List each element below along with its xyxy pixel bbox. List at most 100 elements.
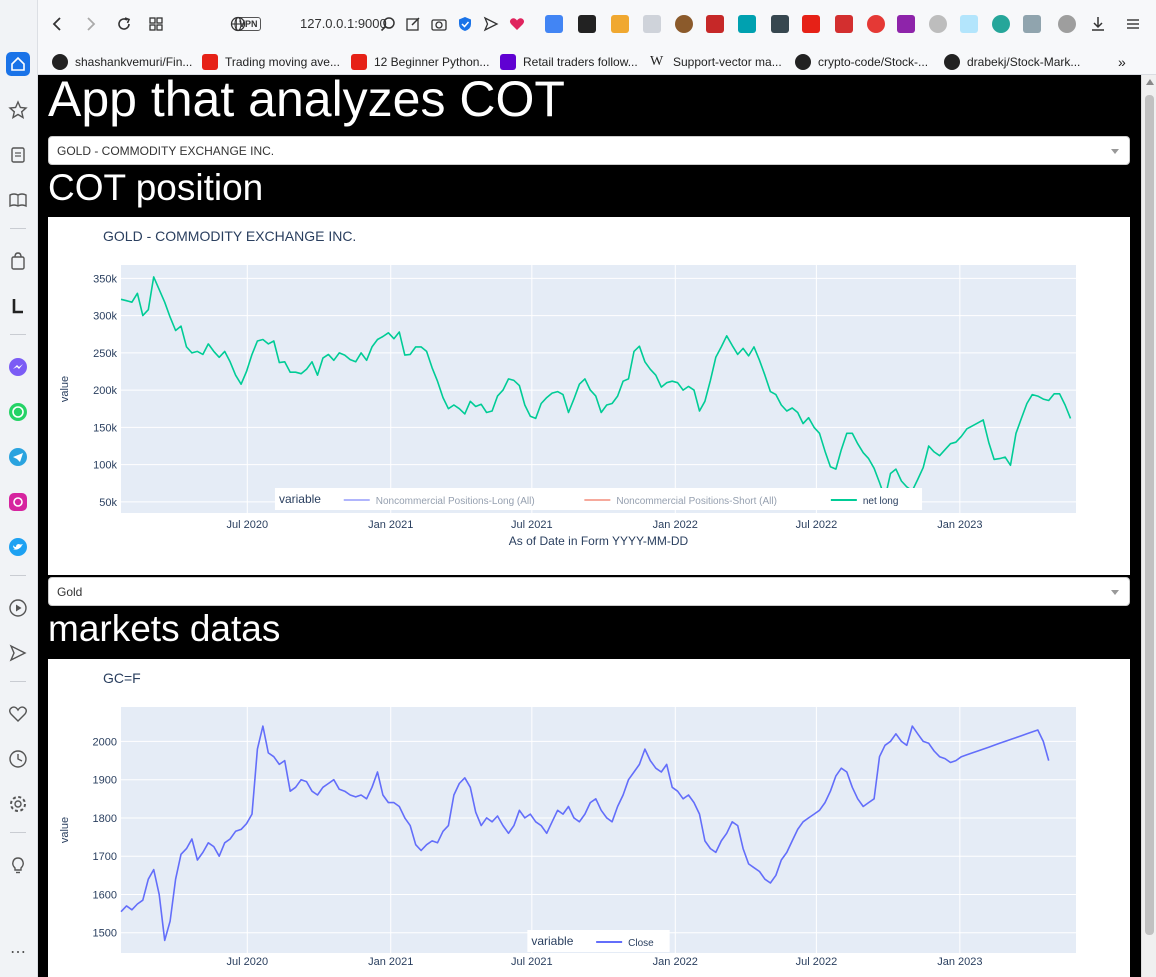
download-icon[interactable] xyxy=(1086,12,1110,36)
chart-legend: variable Close xyxy=(527,930,670,952)
market-dropdown[interactable]: Gold xyxy=(48,577,1130,606)
x-tick-label: Jul 2022 xyxy=(796,956,838,968)
more-bookmarks-button[interactable]: » xyxy=(1118,52,1126,72)
x-tick-label: Jan 2022 xyxy=(653,956,698,968)
market-section-title: markets datas xyxy=(48,608,281,649)
cot-chart-svg[interactable]: 50k 100k 150k 200k 250k 300k 350k Jul 2020 Jan 2… xyxy=(48,217,1130,575)
y-tick-label: 1700 xyxy=(93,851,117,863)
bookmark-label: 12 Beginner Python... xyxy=(374,55,490,69)
browser-toolbar: VPN 127.0.0.1:9000 xyxy=(38,0,1156,48)
bookmark-label: drabekj/Stock-Mark... xyxy=(967,55,1081,69)
x-tick-label: Jan 2021 xyxy=(368,956,413,968)
chart-title: GC=F xyxy=(103,670,141,686)
x-tick-label: Jan 2021 xyxy=(368,519,413,531)
magic-icon[interactable] xyxy=(706,15,724,33)
whatsapp-icon[interactable] xyxy=(6,400,30,424)
bookmark-item[interactable]: drabekj/Stock-Mark... xyxy=(944,52,1080,72)
telegram-icon[interactable] xyxy=(6,445,30,469)
camera-icon[interactable] xyxy=(427,12,451,36)
shield-icon[interactable] xyxy=(453,12,477,36)
cube-icon[interactable] xyxy=(1023,15,1041,33)
youtube-icon xyxy=(202,54,218,70)
y-axis-label: value xyxy=(59,817,71,843)
address-bar[interactable]: 127.0.0.1:9000 xyxy=(300,16,387,31)
legend-item: net long xyxy=(863,496,899,507)
instagram-icon[interactable] xyxy=(6,490,30,514)
settings-icon[interactable] xyxy=(6,792,30,816)
y-tick-label: 300k xyxy=(93,311,117,323)
music-icon[interactable] xyxy=(897,15,915,33)
chevron-down-icon[interactable] xyxy=(1111,149,1119,154)
wikipedia-icon: W xyxy=(650,54,664,69)
send-icon[interactable] xyxy=(479,12,503,36)
dropdown-value: Gold xyxy=(57,585,83,599)
youtube-icon[interactable] xyxy=(802,15,820,33)
screenshot-icon[interactable] xyxy=(738,15,756,33)
speed-dial-icon[interactable] xyxy=(144,12,168,36)
star-icon[interactable] xyxy=(6,98,30,122)
y-tick-label: 350k xyxy=(93,273,117,285)
cot-chart[interactable]: 50k 100k 150k 200k 250k 300k 350k Jul 2020 Jan 2… xyxy=(48,217,1130,575)
forward-icon[interactable] xyxy=(78,12,102,36)
back-icon[interactable] xyxy=(46,12,70,36)
heart-icon[interactable] xyxy=(6,702,30,726)
github-icon xyxy=(795,54,811,70)
scroll-up-icon[interactable] xyxy=(1146,79,1154,85)
x-tick-label: Jul 2020 xyxy=(226,519,268,531)
x-tick-label: Jul 2021 xyxy=(511,956,553,968)
home-icon[interactable] xyxy=(6,52,30,76)
brain-icon[interactable] xyxy=(992,15,1010,33)
market-chart[interactable]: 1500 1600 1700 1800 1900 2000 Jul 2020 Jan 2021… xyxy=(48,659,1130,977)
y-tick-label: 150k xyxy=(93,422,117,434)
x-tick-label: Jul 2020 xyxy=(226,956,268,968)
chevron-down-icon[interactable] xyxy=(1111,590,1119,595)
bookmark-item[interactable]: Retail traders follow... xyxy=(500,52,638,72)
page-scrollbar[interactable] xyxy=(1141,75,1156,977)
shopping-bag-icon[interactable] xyxy=(6,249,30,273)
l-app-icon[interactable] xyxy=(6,294,30,318)
browser-sidebar: ⋯ xyxy=(0,0,38,977)
reading-list-icon[interactable] xyxy=(6,188,30,212)
x-axis-label: As of Date in Form YYYY-MM-DD xyxy=(509,534,689,548)
music-note-icon[interactable] xyxy=(929,15,947,33)
avatar[interactable] xyxy=(1058,15,1076,33)
y-tick-label: 100k xyxy=(93,460,117,472)
messenger-icon[interactable] xyxy=(6,355,30,379)
adblock-icon[interactable] xyxy=(867,15,885,33)
cot-market-dropdown[interactable]: GOLD - COMMODITY EXCHANGE INC. xyxy=(48,136,1130,165)
search-icon[interactable] xyxy=(376,12,400,36)
reload-icon[interactable] xyxy=(112,12,136,36)
notes-icon[interactable] xyxy=(6,143,30,167)
history-icon[interactable] xyxy=(6,747,30,771)
translate-icon[interactable] xyxy=(545,15,563,33)
scroll-thumb[interactable] xyxy=(1145,95,1154,935)
menu-icon[interactable] xyxy=(1121,12,1145,36)
twitter-icon[interactable] xyxy=(6,535,30,559)
bookmark-item[interactable]: 12 Beginner Python... xyxy=(351,52,489,72)
y-tick-label: 2000 xyxy=(93,736,117,748)
bookmark-item[interactable]: crypto-code/Stock-... xyxy=(795,52,928,72)
dots-icon[interactable] xyxy=(771,15,789,33)
reader-icon[interactable] xyxy=(643,15,661,33)
x-tick-label: Jul 2022 xyxy=(796,519,838,531)
pdf-icon[interactable] xyxy=(835,15,853,33)
send-icon[interactable] xyxy=(6,641,30,665)
yahoo-icon xyxy=(500,54,516,70)
sidebar-separator xyxy=(10,575,26,576)
lightbulb-icon[interactable] xyxy=(6,853,30,877)
bookmark-label: crypto-code/Stock-... xyxy=(818,55,929,69)
bookmark-item[interactable]: shashankvemuri/Fin... xyxy=(52,52,192,72)
market-chart-svg[interactable]: 1500 1600 1700 1800 1900 2000 Jul 2020 Jan 2021… xyxy=(48,659,1130,977)
extension-icon[interactable] xyxy=(611,15,629,33)
cookie-icon[interactable] xyxy=(675,15,693,33)
heart-icon[interactable] xyxy=(505,12,529,36)
x-tick-label: Jan 2023 xyxy=(937,519,982,531)
page-title: App that analyzes COT xyxy=(48,75,565,127)
bookmark-item[interactable]: W Support-vector ma... xyxy=(650,52,782,72)
bookmark-item[interactable]: Trading moving ave... xyxy=(202,52,340,72)
languagetool-icon[interactable] xyxy=(578,15,596,33)
player-icon[interactable] xyxy=(6,596,30,620)
chatgpt-icon[interactable] xyxy=(960,15,978,33)
more-icon[interactable]: ⋯ xyxy=(6,940,30,964)
edit-icon[interactable] xyxy=(401,12,425,36)
